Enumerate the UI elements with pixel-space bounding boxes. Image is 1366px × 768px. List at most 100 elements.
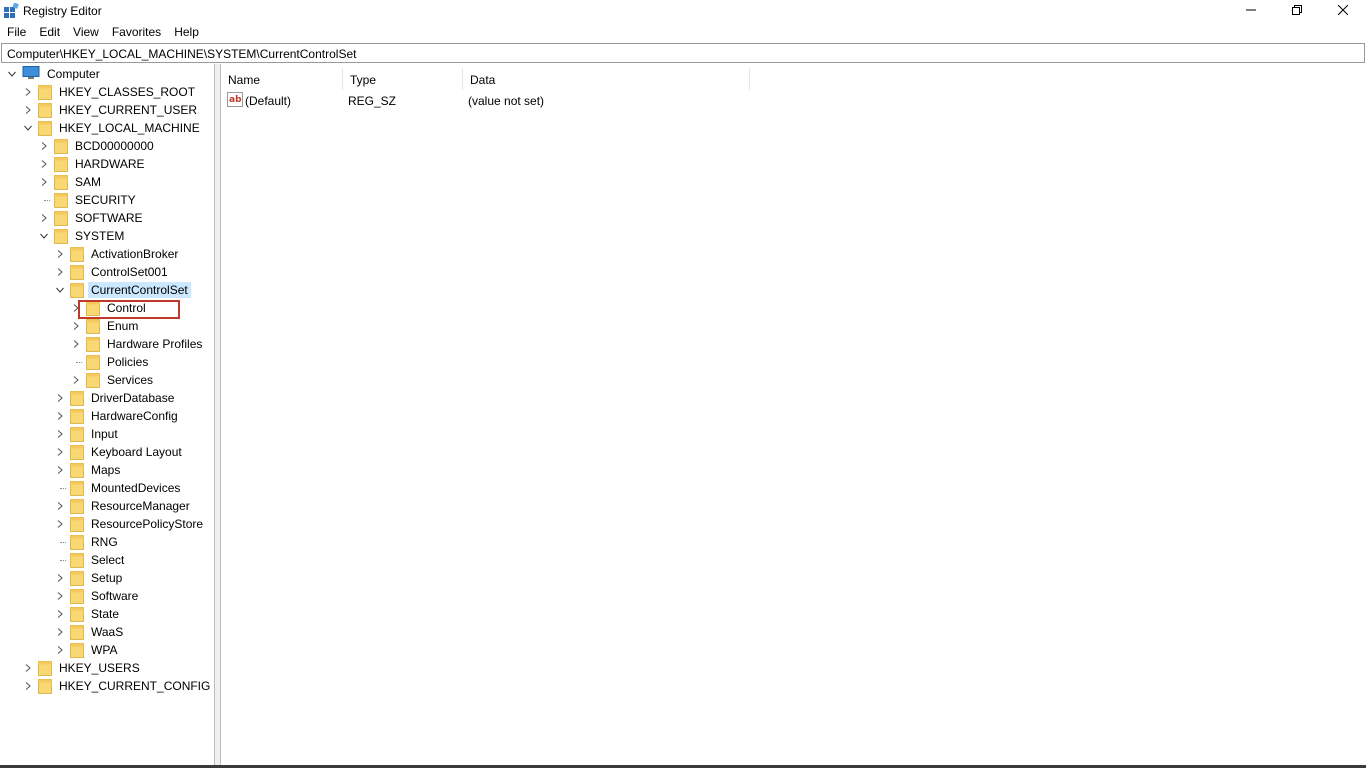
tree-item[interactable]: DriverDatabase — [54, 389, 177, 407]
tree-item-label: ResourcePolicyStore — [91, 517, 204, 531]
chevron-right-icon[interactable] — [54, 497, 66, 515]
menu-edit[interactable]: Edit — [32, 23, 66, 42]
menu-view[interactable]: View — [66, 23, 105, 42]
folder-icon — [38, 120, 52, 136]
chevron-right-icon[interactable] — [54, 263, 66, 281]
chevron-down-icon[interactable] — [38, 227, 50, 245]
tree-item-label: ResourceManager — [91, 499, 190, 513]
tree-item[interactable]: Keyboard Layout — [54, 443, 185, 461]
tree-item[interactable]: Policies — [70, 353, 151, 371]
chevron-right-icon[interactable] — [54, 461, 66, 479]
tree-item[interactable]: SYSTEM — [38, 227, 127, 245]
tree-item[interactable]: ResourcePolicyStore — [54, 515, 206, 533]
registry-editor-icon — [3, 2, 19, 19]
close-button[interactable] — [1320, 0, 1366, 22]
folder-icon — [38, 102, 52, 118]
tree-item[interactable]: HKEY_CLASSES_ROOT — [22, 83, 198, 101]
key-tree-pane[interactable]: Computer HKEY_CLASSES_ROOT HKEY_CURRENT_US… — [0, 64, 215, 768]
chevron-right-icon[interactable] — [54, 623, 66, 641]
folder-icon — [38, 84, 52, 100]
folder-icon — [70, 282, 84, 298]
chevron-down-icon[interactable] — [22, 119, 34, 137]
folder-icon — [70, 462, 84, 478]
tree-item[interactable]: Select — [54, 551, 127, 569]
list-item[interactable]: ab (Default) REG_SZ (value not set) — [221, 90, 821, 110]
folder-icon — [54, 174, 68, 190]
chevron-right-icon[interactable] — [70, 335, 82, 353]
tree-item[interactable]: ResourceManager — [54, 497, 193, 515]
tree-item[interactable]: MountedDevices — [54, 479, 183, 497]
tree-item[interactable]: Software — [54, 587, 141, 605]
menu-file[interactable]: File — [0, 23, 32, 42]
menu-favorites[interactable]: Favorites — [105, 23, 167, 42]
tree-item[interactable]: HKEY_LOCAL_MACHINE — [22, 119, 203, 137]
chevron-right-icon[interactable] — [54, 587, 66, 605]
chevron-right-icon[interactable] — [54, 425, 66, 443]
tree-item-label: Policies — [107, 355, 149, 369]
tree-item[interactable]: SAM — [38, 173, 104, 191]
tree-item[interactable]: CurrentControlSet — [54, 281, 191, 299]
chevron-right-icon[interactable] — [22, 101, 34, 119]
folder-icon — [86, 372, 100, 388]
chevron-right-icon[interactable] — [38, 209, 50, 227]
column-header-name[interactable]: Name — [221, 68, 343, 90]
tree-item[interactable]: HKEY_USERS — [22, 659, 143, 677]
chevron-right-icon[interactable] — [38, 155, 50, 173]
chevron-right-icon[interactable] — [54, 569, 66, 587]
tree-item[interactable]: WaaS — [54, 623, 126, 641]
chevron-right-icon[interactable] — [70, 317, 82, 335]
values-list-pane[interactable]: Name Type Data ab (Default) REG_SZ (valu… — [221, 64, 1366, 768]
chevron-right-icon[interactable] — [54, 245, 66, 263]
tree-item[interactable]: HKEY_CURRENT_CONFIG — [22, 677, 213, 695]
chevron-right-icon[interactable] — [54, 443, 66, 461]
folder-icon — [54, 138, 68, 154]
tree-item[interactable]: BCD00000000 — [38, 137, 157, 155]
tree-item[interactable]: ActivationBroker — [54, 245, 181, 263]
chevron-right-icon[interactable] — [54, 641, 66, 659]
chevron-right-icon[interactable] — [38, 137, 50, 155]
tree-item[interactable]: HKEY_CURRENT_USER — [22, 101, 200, 119]
tree-item[interactable]: SECURITY — [38, 191, 139, 209]
chevron-right-icon[interactable] — [22, 659, 34, 677]
folder-icon — [70, 390, 84, 406]
tree-item-computer[interactable]: Computer — [6, 65, 103, 83]
tree-item-label: HARDWARE — [75, 157, 145, 171]
tree-item[interactable]: Setup — [54, 569, 125, 587]
tree-item[interactable]: HARDWARE — [38, 155, 148, 173]
folder-icon — [70, 246, 84, 262]
tree-item[interactable]: ControlSet001 — [54, 263, 171, 281]
chevron-right-icon[interactable] — [54, 407, 66, 425]
value-data: (value not set) — [468, 94, 545, 108]
tree-item[interactable]: Hardware Profiles — [70, 335, 205, 353]
tree-item-label: WPA — [91, 643, 118, 657]
tree-item[interactable]: Enum — [70, 317, 141, 335]
minimize-button[interactable] — [1228, 0, 1274, 22]
tree-item[interactable]: Input — [54, 425, 121, 443]
chevron-right-icon[interactable] — [54, 389, 66, 407]
tree-item-label: BCD00000000 — [75, 139, 154, 153]
tree-item[interactable]: State — [54, 605, 122, 623]
tree-item[interactable]: WPA — [54, 641, 120, 659]
menu-help[interactable]: Help — [167, 23, 205, 42]
column-header-type[interactable]: Type — [343, 68, 463, 90]
tree-item[interactable]: Services — [70, 371, 156, 389]
chevron-right-icon[interactable] — [54, 515, 66, 533]
address-bar[interactable]: Computer\HKEY_LOCAL_MACHINE\SYSTEM\Curre… — [1, 43, 1365, 63]
tree-item[interactable]: RNG — [54, 533, 121, 551]
chevron-right-icon[interactable] — [22, 677, 34, 695]
tree-item-label: HKEY_CURRENT_CONFIG — [59, 679, 211, 693]
chevron-right-icon[interactable] — [38, 173, 50, 191]
column-header-data[interactable]: Data — [463, 68, 750, 90]
chevron-right-icon[interactable] — [54, 605, 66, 623]
tree-item-label: SYSTEM — [75, 229, 125, 243]
tree-item-label: WaaS — [91, 625, 124, 639]
chevron-down-icon[interactable] — [54, 281, 66, 299]
chevron-right-icon[interactable] — [70, 371, 82, 389]
tree-item[interactable]: HardwareConfig — [54, 407, 181, 425]
chevron-down-icon[interactable] — [6, 65, 18, 83]
chevron-right-icon[interactable] — [22, 83, 34, 101]
tree-item[interactable]: Maps — [54, 461, 123, 479]
tree-item[interactable]: SOFTWARE — [38, 209, 146, 227]
restore-button[interactable] — [1274, 0, 1320, 22]
folder-icon — [86, 354, 100, 370]
